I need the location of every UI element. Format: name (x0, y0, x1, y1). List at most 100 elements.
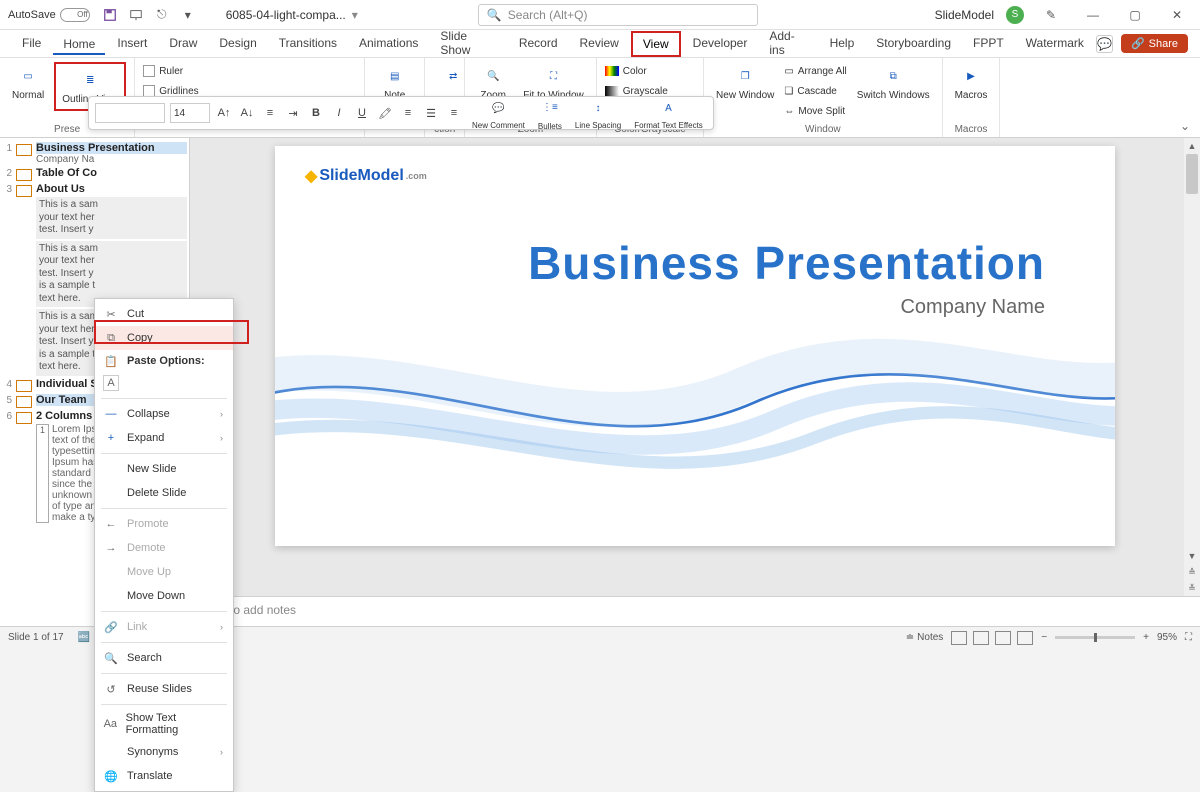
scroll-up-icon[interactable]: ▲ (1184, 138, 1200, 154)
bold-button[interactable]: B (307, 104, 325, 122)
tab-help[interactable]: Help (820, 32, 865, 56)
tab-slideshow[interactable]: Slide Show (430, 25, 506, 63)
sorter-view-icon[interactable] (973, 631, 989, 645)
cm-reuse-slides[interactable]: ↺Reuse Slides (95, 677, 233, 701)
cm-translate[interactable]: 🌐Translate (95, 764, 233, 788)
increase-font-icon[interactable]: A↑ (215, 104, 233, 122)
cm-new-slide[interactable]: New Slide (95, 457, 233, 481)
collapse-ribbon-icon[interactable]: ⌄ (1180, 119, 1190, 133)
vertical-scrollbar[interactable]: ▲ ▼ ≙ ≚ (1184, 138, 1200, 596)
cm-collapse[interactable]: —Collapse› (95, 402, 233, 426)
cm-cut[interactable]: ✂Cut (95, 302, 233, 326)
qat-dropdown-icon[interactable]: ▾ (180, 7, 196, 23)
line-spacing-button[interactable]: ↕Line Spacing (571, 94, 625, 132)
tab-home[interactable]: Home (53, 33, 105, 55)
autosave-switch[interactable]: Off (60, 8, 90, 22)
tab-draw[interactable]: Draw (159, 32, 207, 56)
pen-icon[interactable]: ✎ (1036, 5, 1066, 25)
prev-slide-icon[interactable]: ≙ (1184, 564, 1200, 580)
tab-review[interactable]: Review (570, 32, 629, 56)
new-window-button[interactable]: ❐New Window (712, 62, 778, 103)
align-right-icon[interactable]: ≡ (445, 104, 463, 122)
italic-button[interactable]: I (330, 104, 348, 122)
export-icon[interactable]: ⎋ (154, 7, 170, 23)
tab-developer[interactable]: Developer (683, 32, 758, 56)
zoom-out-button[interactable]: − (1041, 632, 1047, 643)
language-indicator[interactable]: 🔤 (78, 632, 90, 643)
slide-canvas[interactable]: ◆SlideModel.com Business Presentation Co… (190, 138, 1200, 596)
zoom-slider[interactable] (1055, 636, 1135, 639)
tab-watermark[interactable]: Watermark (1016, 32, 1094, 56)
switch-windows-button[interactable]: ⧉Switch Windows (853, 62, 934, 103)
cm-show-formatting[interactable]: AaShow Text Formatting (95, 708, 233, 740)
slide-title-text[interactable]: Business Presentation (528, 236, 1045, 290)
cm-delete-slide[interactable]: Delete Slide (95, 481, 233, 505)
document-title[interactable]: 6085-04-light-compa...▾ (226, 8, 358, 22)
cm-move-down[interactable]: Move Down (95, 584, 233, 608)
align-center-icon[interactable]: ☰ (422, 104, 440, 122)
slideshow-view-icon[interactable] (1017, 631, 1033, 645)
new-comment-button[interactable]: 💬New Comment (468, 94, 529, 132)
align-left-icon[interactable]: ≡ (399, 104, 417, 122)
cm-synonyms[interactable]: Synonyms› (95, 740, 233, 764)
tab-transitions[interactable]: Transitions (269, 32, 347, 56)
bullets-button[interactable]: ⋮≡Bullets (534, 94, 566, 133)
slide-icon (16, 185, 32, 197)
tab-storyboarding[interactable]: Storyboarding (866, 32, 961, 56)
zoom-percent[interactable]: 95% (1157, 632, 1177, 643)
fit-to-window-icon[interactable]: ⛶ (1185, 632, 1192, 643)
reading-view-icon[interactable] (995, 631, 1011, 645)
tab-animations[interactable]: Animations (349, 32, 428, 56)
move-split-button[interactable]: ⇔ Move Split (784, 102, 846, 120)
macros-button[interactable]: ▶Macros (951, 62, 992, 103)
tab-fppt[interactable]: FPPT (963, 32, 1014, 56)
font-family-select[interactable] (95, 103, 165, 123)
autosave-toggle[interactable]: AutoSave Off (8, 8, 90, 22)
comments-icon[interactable]: 💬 (1096, 35, 1113, 53)
ruler-checkbox[interactable]: Ruler (143, 62, 356, 80)
indent-icon[interactable]: ⇥ (284, 104, 302, 122)
search-input[interactable]: 🔍 Search (Alt+Q) (478, 4, 758, 26)
present-icon[interactable] (128, 7, 144, 23)
outline-item-2[interactable]: 2 Table Of Co (2, 167, 187, 181)
scroll-thumb[interactable] (1186, 154, 1198, 194)
save-icon[interactable] (102, 7, 118, 23)
color-button[interactable]: Color (605, 62, 695, 80)
underline-button[interactable]: U (353, 104, 371, 122)
share-button[interactable]: 🔗Share (1121, 34, 1188, 53)
decrease-font-icon[interactable]: A↓ (238, 104, 256, 122)
maximize-button[interactable]: ▢ (1120, 5, 1150, 25)
tab-view-highlighted[interactable]: View (631, 31, 681, 57)
normal-view-button[interactable]: ▭Normal (8, 62, 48, 103)
outline-item-1[interactable]: 1 Business PresentationCompany Na (2, 142, 187, 165)
tab-record[interactable]: Record (509, 32, 568, 56)
notes-pane[interactable]: to add notes (190, 596, 1200, 626)
slide-icon (16, 412, 32, 424)
slide-1[interactable]: ◆SlideModel.com Business Presentation Co… (275, 146, 1115, 546)
cm-search[interactable]: 🔍Search (95, 646, 233, 670)
tab-file[interactable]: File (12, 32, 51, 56)
normal-view-icon[interactable] (951, 631, 967, 645)
tab-addins[interactable]: Add-ins (759, 25, 817, 63)
cascade-button[interactable]: ❏ Cascade (784, 82, 846, 100)
notes-toggle[interactable]: ≐ Notes (906, 632, 944, 643)
scroll-down-icon[interactable]: ▼ (1184, 548, 1200, 564)
font-size-select[interactable]: 14 (170, 103, 210, 123)
collapse-icon: — (103, 406, 119, 422)
next-slide-icon[interactable]: ≚ (1184, 580, 1200, 596)
cm-expand[interactable]: +Expand› (95, 426, 233, 450)
text-effects-button[interactable]: AFormat Text Effects (630, 94, 707, 132)
slide-count[interactable]: Slide 1 of 17 (8, 632, 64, 643)
cm-copy[interactable]: ⧉Copy (95, 326, 233, 350)
link-icon: 🔗 (103, 619, 119, 635)
zoom-in-button[interactable]: + (1143, 632, 1149, 643)
user-avatar[interactable]: S (1006, 6, 1024, 24)
cm-paste-option[interactable]: A (95, 371, 233, 395)
tab-design[interactable]: Design (209, 32, 266, 56)
highlight-icon[interactable]: 🖍 (376, 104, 394, 122)
arrange-all-button[interactable]: ▭ Arrange All (784, 62, 846, 80)
tab-insert[interactable]: Insert (107, 32, 157, 56)
bullets-icon[interactable]: ≡ (261, 104, 279, 122)
close-button[interactable]: ✕ (1162, 5, 1192, 25)
minimize-button[interactable]: — (1078, 5, 1108, 25)
